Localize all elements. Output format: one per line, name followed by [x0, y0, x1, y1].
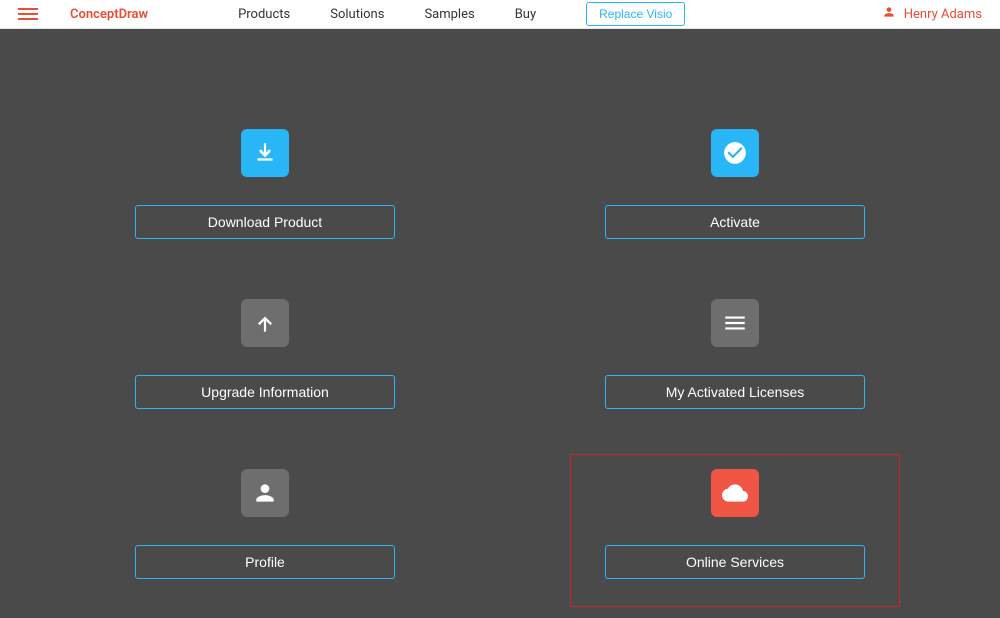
tile-online-services: Online Services — [590, 469, 880, 579]
download-product-button[interactable]: Download Product — [135, 205, 395, 239]
cloud-icon — [711, 469, 759, 517]
hamburger-menu-icon[interactable] — [18, 8, 38, 20]
upload-icon — [241, 299, 289, 347]
list-icon — [711, 299, 759, 347]
tile-profile: Profile — [120, 469, 410, 579]
profile-button[interactable]: Profile — [135, 545, 395, 579]
header: ConceptDraw Products Solutions Samples B… — [0, 0, 1000, 29]
tile-upgrade: Upgrade Information — [120, 299, 410, 409]
tile-licenses: My Activated Licenses — [590, 299, 880, 409]
tile-activate: Activate — [590, 129, 880, 239]
upgrade-information-button[interactable]: Upgrade Information — [135, 375, 395, 409]
nav-samples[interactable]: Samples — [424, 7, 474, 22]
brand-logo[interactable]: ConceptDraw — [70, 7, 148, 22]
tile-download: Download Product — [120, 129, 410, 239]
check-circle-icon — [711, 129, 759, 177]
person-icon — [241, 469, 289, 517]
activate-button[interactable]: Activate — [605, 205, 865, 239]
nav-products[interactable]: Products — [238, 7, 290, 22]
replace-visio-button[interactable]: Replace Visio — [586, 2, 685, 26]
nav-links: Products Solutions Samples Buy Replace V… — [238, 2, 685, 26]
nav-buy[interactable]: Buy — [515, 7, 536, 22]
download-icon — [241, 129, 289, 177]
main-content: Download Product Activate Upgrade Inform… — [0, 29, 1000, 579]
user-name: Henry Adams — [904, 7, 982, 22]
online-services-button[interactable]: Online Services — [605, 545, 865, 579]
user-menu[interactable]: Henry Adams — [882, 5, 982, 23]
user-icon — [882, 5, 896, 23]
my-activated-licenses-button[interactable]: My Activated Licenses — [605, 375, 865, 409]
nav-solutions[interactable]: Solutions — [330, 7, 384, 22]
